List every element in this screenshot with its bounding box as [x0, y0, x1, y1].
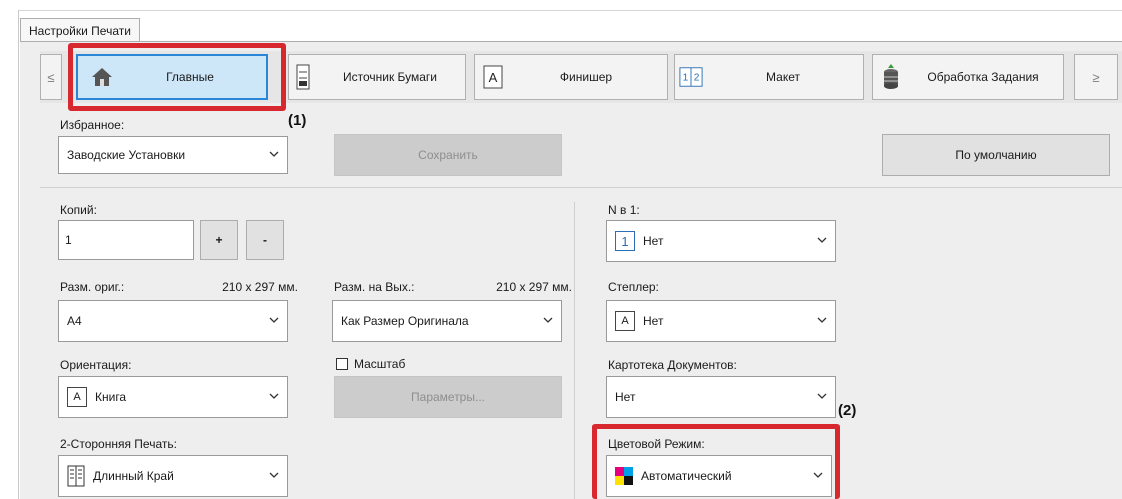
callout-1-highlight: [68, 43, 286, 111]
chevron-down-icon: [269, 472, 279, 478]
tab-layout-label: Макет: [766, 70, 800, 84]
color-mode-icon: [615, 467, 633, 485]
stapler-value: Нет: [643, 314, 664, 328]
svg-text:2: 2: [694, 73, 700, 84]
tab-finisher-label: Финишер: [559, 70, 613, 84]
orientation-value: Книга: [95, 390, 127, 404]
n-up-value: Нет: [643, 234, 664, 248]
orig-size-value: A4: [67, 314, 82, 328]
stapler-select[interactable]: A Нет: [606, 300, 836, 342]
stapler-label: Степлер:: [608, 280, 659, 294]
zoom-params-button[interactable]: Параметры...: [334, 376, 562, 418]
doc-filing-value: Нет: [615, 390, 636, 404]
copies-label: Копий:: [60, 203, 97, 217]
callout-2-label: (2): [838, 402, 857, 419]
output-size-value: Как Размер Оригинала: [341, 314, 469, 328]
callout-1-label: (1): [288, 112, 307, 129]
chevron-down-icon: [269, 151, 279, 157]
chevron-down-icon: [813, 472, 823, 478]
orientation-label: Ориентация:: [60, 358, 132, 372]
tab-paper-source-label: Источник Бумаги: [342, 70, 438, 84]
orig-size-label: Разм. ориг.:: [60, 280, 125, 294]
tab-job-handling-label: Обработка Задания: [927, 70, 1039, 84]
chevron-down-icon: [817, 393, 827, 399]
color-mode-value: Автоматический: [641, 469, 732, 483]
color-mode-label: Цветовой Режим:: [608, 437, 705, 451]
output-size-label: Разм. на Вых.:: [334, 280, 415, 294]
window-left-border: [18, 10, 19, 499]
tab-layout[interactable]: 12 Макет: [674, 54, 864, 100]
output-size-dims: 210 x 297 мм.: [496, 280, 572, 294]
tab-job-handling[interactable]: Обработка Задания: [872, 54, 1064, 100]
zoom-checkbox[interactable]: [336, 358, 348, 370]
doc-filing-label: Картотека Документов:: [608, 358, 737, 372]
chevron-down-icon: [817, 317, 827, 323]
favorites-value: Заводские Установки: [67, 148, 186, 162]
column-divider: [574, 202, 575, 499]
layout-icon: 12: [679, 64, 703, 90]
portrait-icon: A: [67, 387, 87, 407]
color-mode-select[interactable]: Автоматический: [606, 455, 832, 497]
n-up-icon: 1: [615, 231, 635, 251]
n-up-select[interactable]: 1 Нет: [606, 220, 836, 262]
favorites-select[interactable]: Заводские Установки: [58, 136, 288, 174]
chevron-down-icon: [269, 393, 279, 399]
tab-paper-source[interactable]: Источник Бумаги: [288, 54, 466, 100]
duplex-value: Длинный Край: [93, 469, 174, 483]
duplex-long-edge-icon: [67, 465, 85, 487]
default-button[interactable]: По умолчанию: [882, 134, 1110, 176]
copies-minus-button[interactable]: -: [246, 220, 284, 260]
orientation-select[interactable]: A Книга: [58, 376, 288, 418]
ribbon-prev-button[interactable]: ≤: [40, 54, 62, 100]
paper-source-icon: [291, 64, 315, 90]
job-handling-icon: [879, 64, 903, 90]
n-up-label: N в 1:: [608, 203, 640, 217]
orig-size-dims: 210 x 297 мм.: [222, 280, 298, 294]
section-divider: [40, 187, 1122, 188]
duplex-select[interactable]: Длинный Край: [58, 455, 288, 497]
window-top-border: [19, 10, 1122, 11]
chevron-down-icon: [543, 317, 553, 323]
tab-finisher[interactable]: A Финишер: [474, 54, 668, 100]
save-button[interactable]: Сохранить: [334, 134, 562, 176]
duplex-label: 2-Сторонняя Печать:: [60, 437, 177, 451]
chevron-down-icon: [269, 317, 279, 323]
favorites-label: Избранное:: [60, 118, 125, 132]
zoom-label: Масштаб: [354, 357, 406, 371]
stapler-icon: A: [615, 311, 635, 331]
chevron-down-icon: [817, 237, 827, 243]
ribbon-next-button[interactable]: ≥: [1074, 54, 1118, 100]
orig-size-select[interactable]: A4: [58, 300, 288, 342]
svg-text:A: A: [489, 70, 498, 85]
copies-plus-button[interactable]: +: [200, 220, 238, 260]
svg-text:1: 1: [683, 73, 689, 84]
finisher-icon: A: [481, 64, 505, 90]
dialog-tab-title[interactable]: Настройки Печати: [20, 18, 140, 42]
doc-filing-select[interactable]: Нет: [606, 376, 836, 418]
copies-input[interactable]: 1: [58, 220, 194, 260]
output-size-select[interactable]: Как Размер Оригинала: [332, 300, 562, 342]
